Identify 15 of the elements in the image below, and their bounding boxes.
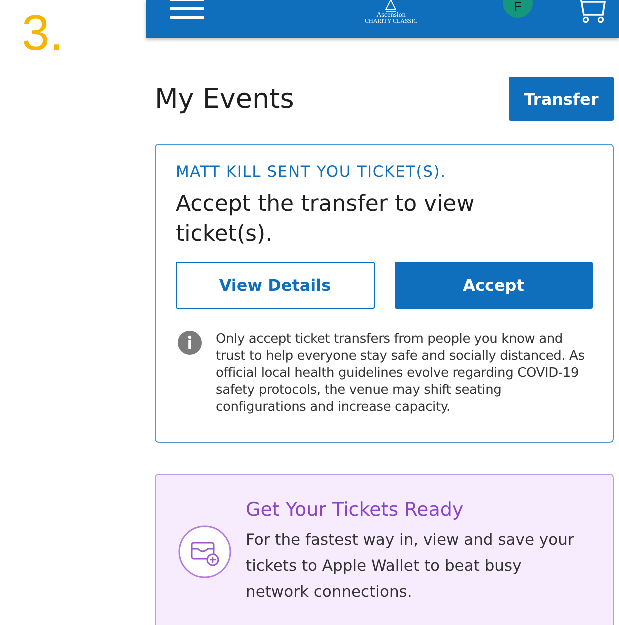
- card-heading: Accept the transfer to view ticket(s).: [176, 191, 476, 249]
- wallet-description: For the fastest way in, view and save your tickets to Apple Wallet to beat busy network connections.: [246, 530, 576, 603]
- page-title: My Events: [155, 84, 294, 114]
- logo-icon: [385, 0, 398, 12]
- accept-button[interactable]: Accept: [394, 262, 593, 309]
- wallet-add-icon: [178, 525, 232, 579]
- info-icon: [178, 331, 202, 355]
- menu-icon[interactable]: [170, 0, 204, 20]
- wallet-title: Get Your Tickets Ready: [246, 499, 465, 521]
- avatar[interactable]: F: [503, 0, 533, 18]
- step-number: 3.: [22, 5, 64, 61]
- notice-text: Only accept ticket transfers from people you know and trust to help everyone stay safe and socially distanced. As official local health guidelines evolve regarding COVID-19 safety protocols, the venue may shift seating configurations and increase capacity.: [216, 331, 586, 416]
- sender-message: MATT KILL SENT YOU TICKET(S).: [176, 163, 448, 181]
- transfer-button[interactable]: Transfer: [509, 77, 614, 121]
- view-details-button[interactable]: View Details: [176, 262, 374, 309]
